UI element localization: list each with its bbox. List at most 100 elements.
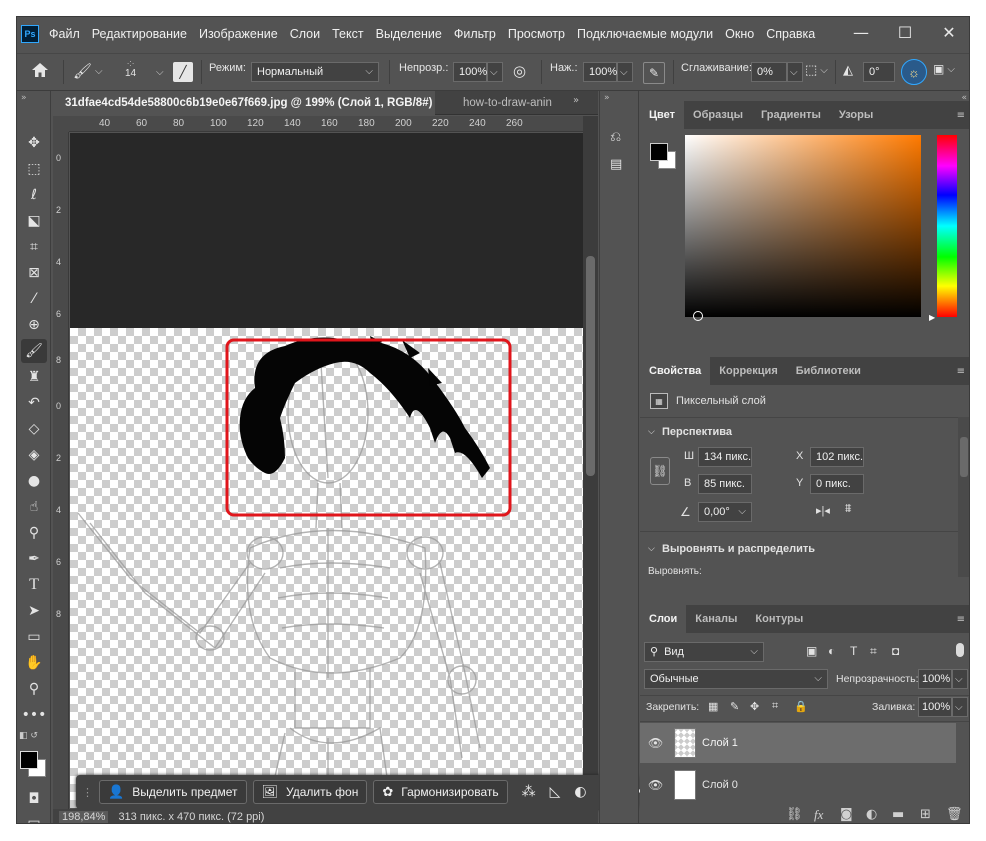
add-mask-icon[interactable]: ◙ [840, 807, 853, 822]
adjustment-layer-icon[interactable]: ◐ [866, 807, 877, 822]
marquee-tool-icon[interactable]: ⬚ [21, 157, 47, 181]
brush-size-picker[interactable]: ∙:∙ 14 [125, 58, 136, 79]
color-field[interactable] [685, 135, 921, 321]
hue-slider[interactable] [937, 135, 957, 317]
visibility-eye-icon[interactable]: 👁 [648, 778, 663, 792]
transform-section-title[interactable]: Перспектива [662, 426, 732, 438]
default-colors-icon[interactable]: ◧ ↺ [19, 731, 38, 741]
brush-angle-input[interactable]: 0° [863, 62, 895, 82]
expand-panel-icon[interactable]: » [21, 93, 27, 103]
transform-icon[interactable]: ◺ [550, 784, 561, 800]
filter-smart-object-icon[interactable]: ◘ [892, 644, 899, 658]
menu-edit[interactable]: Редактирование [92, 27, 187, 41]
filter-adjustment-icon[interactable]: ◐ [828, 644, 835, 658]
adjustment-icon[interactable]: ◐ [574, 784, 586, 800]
zoom-level[interactable]: 198,84% [59, 811, 109, 823]
frame-tool-icon[interactable]: ⊠ [21, 261, 47, 285]
menu-layers[interactable]: Слои [290, 27, 320, 41]
rectangle-tool-icon[interactable]: ▭ [21, 625, 47, 649]
smoothing-dropdown[interactable]: ⌵ [787, 62, 803, 82]
tab-gradients[interactable]: Градиенты [752, 101, 830, 129]
history-brush-tool-icon[interactable]: ↶ [21, 391, 47, 415]
filter-shape-icon[interactable]: ⌗ [870, 644, 877, 659]
symmetry-bulb-icon[interactable]: ☼ [901, 59, 927, 85]
airbrush-icon[interactable]: ✎ [643, 62, 665, 84]
panel-menu-icon[interactable]: ≡ [957, 110, 965, 121]
filter-type-icon[interactable]: T [850, 644, 857, 658]
color-foreground-swatch[interactable] [650, 143, 668, 161]
layer-name[interactable]: Слой 0 [702, 779, 738, 791]
link-dimensions-icon[interactable]: ⛓ [650, 457, 670, 485]
opacity-input[interactable]: 100% [453, 62, 487, 82]
scroll-thumb[interactable] [586, 256, 595, 476]
foreground-color-swatch[interactable] [20, 751, 38, 769]
x-input[interactable]: 102 пикс. [810, 447, 864, 467]
layer-opacity-input[interactable]: 100% [918, 669, 952, 689]
blend-mode-select[interactable]: Обычные ⌵ [644, 669, 828, 689]
layer-row-selected[interactable]: 👁 Слой 1 [640, 723, 956, 763]
brush-settings-icon[interactable]: ╱ [173, 62, 193, 82]
stamp-tool-icon[interactable]: ♜ [21, 365, 47, 389]
filter-toggle[interactable] [956, 643, 964, 657]
flip-horizontal-icon[interactable]: ▸|◂ [816, 504, 830, 517]
lock-paint-icon[interactable]: ✎ [730, 700, 739, 713]
delete-layer-icon[interactable]: 🗑 [946, 807, 963, 822]
minimize-button[interactable]: — [839, 17, 883, 47]
tab-active-document[interactable]: 31dfae4cd54de58800c6b19e0e67f669.jpg @ 1… [53, 91, 435, 115]
link-layers-icon[interactable]: ⛓ [786, 807, 803, 822]
history-panel-icon[interactable]: ⎌ [610, 129, 621, 145]
lock-transparent-icon[interactable]: ▦ [708, 700, 718, 713]
tab-properties[interactable]: Свойства [640, 357, 711, 385]
expand-panel-icon[interactable]: » [604, 93, 610, 103]
flip-vertical-icon[interactable]: ⩩ [845, 501, 851, 516]
dodge-tool-icon[interactable]: ⚲ [21, 521, 47, 545]
maximize-button[interactable]: ☐ [883, 17, 927, 47]
rotation-input[interactable]: 0,00° ⌵ [698, 502, 752, 522]
drag-handle-icon[interactable]: ⋮ [82, 786, 93, 799]
eraser-tool-icon[interactable]: ◇ [21, 417, 47, 441]
type-tool-icon[interactable]: T [21, 573, 47, 597]
brush-tool-icon[interactable]: 🖌 [21, 339, 47, 363]
align-section-title[interactable]: Выровнять и распределить [662, 543, 815, 555]
tab-color[interactable]: Цвет [640, 101, 685, 129]
smudge-tool-icon[interactable]: ☝ [21, 495, 47, 519]
panel-menu-icon[interactable]: ≡ [957, 614, 965, 625]
new-layer-icon[interactable]: ⊞ [920, 807, 931, 822]
move-tool-icon[interactable]: ✥ [21, 131, 47, 155]
object-selection-tool-icon[interactable]: ⬕ [21, 209, 47, 233]
blur-tool-icon[interactable]: ● [21, 469, 47, 493]
chevron-down-icon[interactable]: ⌵ [648, 543, 655, 554]
more-tools-icon[interactable]: ••• [21, 703, 47, 727]
tab-libraries[interactable]: Библиотеки [787, 357, 870, 385]
symmetry-options-icon[interactable]: ▣ ⌵ [933, 62, 955, 76]
flow-dropdown[interactable]: ⌵ [617, 62, 633, 82]
document-canvas[interactable] [70, 133, 583, 808]
home-icon[interactable] [31, 62, 49, 78]
menu-filter[interactable]: Фильтр [454, 27, 496, 41]
pen-tool-icon[interactable]: ✒ [21, 547, 47, 571]
angle-icon[interactable]: ◭ [843, 62, 853, 78]
panel-menu-icon[interactable]: ≡ [957, 366, 965, 377]
color-picker-cursor[interactable] [693, 311, 703, 321]
fill-dropdown[interactable]: ⌵ [952, 697, 968, 717]
new-group-icon[interactable]: ▬ [892, 807, 904, 822]
chevron-down-icon[interactable]: ⌵ [648, 426, 655, 437]
hue-slider-handle-icon[interactable]: ▶ [929, 313, 935, 322]
menu-window[interactable]: Окно [725, 27, 754, 41]
menu-plugins[interactable]: Подключаемые модули [577, 27, 713, 41]
smoothing-input[interactable]: 0% [751, 62, 787, 82]
menu-file[interactable]: Файл [49, 27, 80, 41]
screen-mode-icon[interactable]: ▭ [21, 811, 47, 823]
width-input[interactable]: 134 пикс. [698, 447, 752, 467]
pressure-opacity-icon[interactable]: ◎ [513, 62, 526, 80]
lock-position-icon[interactable]: ✥ [750, 700, 759, 713]
mode-select[interactable]: Нормальный ⌵ [251, 62, 379, 82]
smoothing-options-icon[interactable]: ⬚ ⌵ [805, 62, 828, 78]
filter-pixel-icon[interactable]: ▣ [806, 644, 817, 658]
transparent-layer-area[interactable] [70, 328, 583, 808]
menu-select[interactable]: Выделение [376, 27, 442, 41]
tab-inactive-document[interactable]: how-to-draw-anin [451, 91, 557, 115]
healing-brush-tool-icon[interactable]: ⊕ [21, 313, 47, 337]
path-selection-tool-icon[interactable]: ➤ [21, 599, 47, 623]
flow-input[interactable]: 100% [583, 62, 617, 82]
